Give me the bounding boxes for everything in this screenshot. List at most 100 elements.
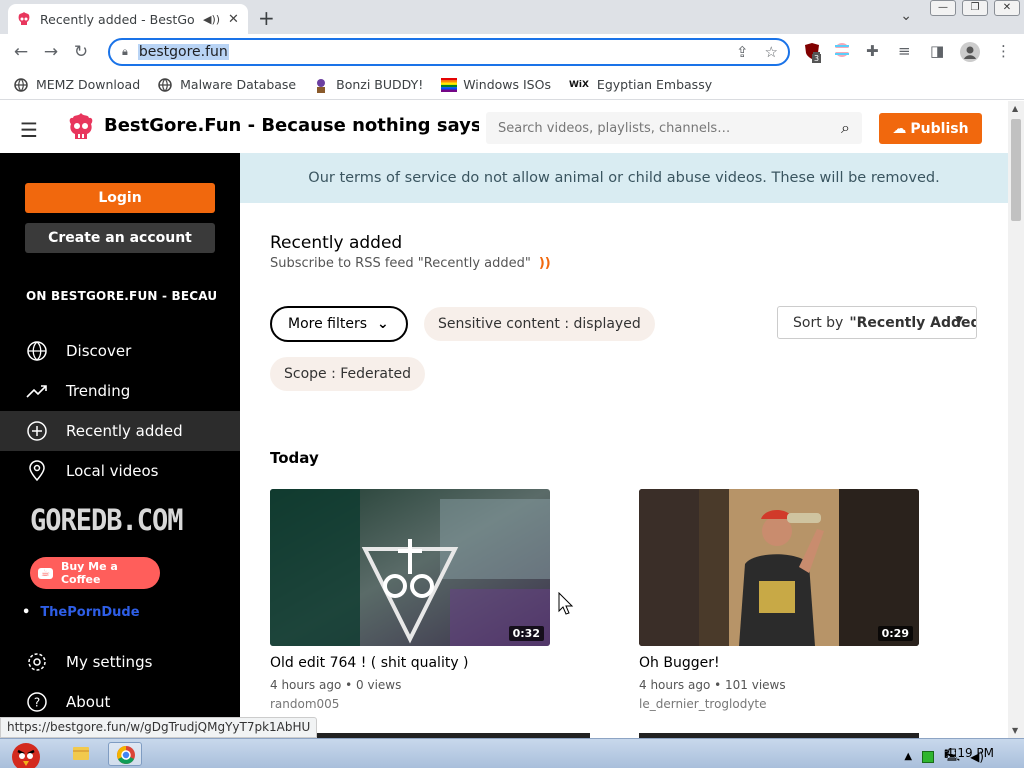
main-content: Recently added Subscribe to RSS feed "Re… [240, 203, 1008, 738]
goredb-banner[interactable]: GOREDB.COM [30, 503, 184, 537]
taskbar: ▲ 🖳︎ ◀) 4:19 PM [0, 738, 1024, 768]
video-card[interactable]: 0:32 Old edit 764 ! ( shit quality ) 4 h… [270, 489, 550, 711]
scroll-up-arrow-icon[interactable]: ▲ [1012, 104, 1018, 113]
video-thumbnail[interactable]: 0:32 [270, 489, 550, 646]
globe-icon [158, 77, 172, 92]
start-button-angry-bird-icon[interactable] [4, 739, 50, 768]
sidebar-external-link[interactable]: ThePornDude [22, 605, 139, 620]
file-explorer-taskbar-icon[interactable] [64, 742, 98, 766]
search-input[interactable] [498, 120, 818, 136]
sidebar-item-recently-added[interactable]: Recently added [0, 411, 240, 451]
filters-label: More filters [288, 316, 368, 332]
coffee-label: Buy Me a Coffee [60, 560, 118, 586]
sort-select[interactable]: Sort by "Recently Added" ▼ [777, 306, 977, 339]
rss-subscribe-link[interactable]: Subscribe to RSS feed "Recently added" )… [270, 256, 551, 271]
bookmark-star-icon[interactable]: ☆ [765, 43, 778, 61]
upload-cloud-icon: ☁ [892, 120, 907, 137]
search-icon[interactable]: ⌕ [841, 118, 850, 138]
video-thumbnail[interactable]: 0:29 [639, 489, 919, 646]
media-control-icon[interactable]: ≡ [898, 42, 911, 60]
bookmark-label: MEMZ Download [36, 77, 141, 92]
sidebar-section-title: ON BESTGORE.FUN - BECAU... [26, 289, 216, 303]
sensitive-content-filter-chip[interactable]: Sensitive content : displayed [424, 307, 655, 341]
side-panel-icon[interactable]: ◨ [930, 42, 944, 60]
address-bar[interactable]: 🔒︎ bestgore.fun ⇪ ☆ [108, 38, 790, 66]
sidebar-item-label: Recently added [66, 422, 183, 440]
close-window-button[interactable]: ✕ [994, 0, 1020, 16]
forward-icon[interactable]: → [36, 42, 66, 62]
bookmark-item[interactable]: Malware Database [158, 77, 296, 92]
publish-label: Publish [910, 120, 969, 137]
create-account-button[interactable]: Create an account [25, 223, 215, 253]
video-title[interactable]: Oh Bugger! [639, 655, 919, 671]
scroll-down-arrow-icon[interactable]: ▼ [1012, 726, 1018, 735]
battery-icon[interactable] [922, 750, 935, 763]
video-card[interactable]: 0:29 Oh Bugger! 4 hours ago • 101 views … [639, 489, 919, 711]
extensions-puzzle-icon[interactable]: ✚ [866, 42, 879, 60]
pride-extension-icon[interactable] [834, 42, 850, 62]
chrome-taskbar-icon[interactable] [108, 742, 142, 766]
new-tab-button[interactable]: + [258, 6, 275, 30]
rss-icon[interactable]: )) [539, 256, 551, 271]
browser-tab[interactable]: Recently added - BestGore ◀)) ✕ [8, 4, 248, 34]
page-title: Recently added [270, 233, 403, 253]
site-title[interactable]: BestGore.Fun - Because nothing says 'f..… [104, 115, 479, 136]
more-filters-button[interactable]: More filters ⌄ [270, 306, 408, 342]
login-button[interactable]: Login [25, 183, 215, 213]
lock-icon[interactable]: 🔒︎ [122, 45, 128, 59]
caret-down-icon: ▼ [955, 315, 963, 326]
skull-favicon-icon [18, 12, 30, 25]
sidebar-item-label: Trending [66, 382, 131, 400]
sidebar-item-discover[interactable]: Discover [0, 331, 240, 371]
tos-banner: Our terms of service do not allow animal… [240, 153, 1008, 203]
double-chevron-down-icon: ⌄ [377, 316, 389, 332]
video-meta: 4 hours ago • 0 views [270, 678, 402, 692]
sidebar-item-label: Discover [66, 342, 132, 360]
plus-circle-icon [26, 420, 48, 442]
sidebar: Login Create an account ON BESTGORE.FUN … [0, 153, 240, 738]
rss-text: Subscribe to RSS feed "Recently added" [270, 256, 531, 271]
minimize-button[interactable]: — [930, 0, 956, 16]
hamburger-menu-icon[interactable]: ☰ [20, 118, 38, 142]
tab-strip: Recently added - BestGore ◀)) ✕ + ⌄ — ❐ … [0, 0, 1024, 34]
scrollbar-thumb[interactable] [1011, 119, 1021, 221]
show-hidden-icons-icon[interactable]: ▲ [904, 751, 912, 762]
globe-icon [26, 340, 48, 362]
page-scrollbar[interactable]: ▲ ▼ [1008, 101, 1024, 738]
scope-filter-chip[interactable]: Scope : Federated [270, 357, 425, 391]
restore-button[interactable]: ❐ [962, 0, 988, 16]
url-text[interactable]: bestgore.fun [137, 44, 229, 60]
audio-playing-icon[interactable]: ◀)) [203, 13, 220, 26]
bookmark-item[interactable]: Windows ISOs [441, 77, 551, 92]
wix-icon: WiX [568, 79, 589, 90]
publish-button[interactable]: ☁ Publish [879, 113, 982, 144]
video-account[interactable]: random005 [270, 697, 550, 711]
sidebar-item-about[interactable]: ? About [0, 682, 240, 722]
share-icon[interactable]: ⇪ [736, 43, 749, 61]
bookmark-item[interactable]: WiX Egyptian Embassy [569, 77, 712, 92]
rainbow-flag-icon [441, 77, 458, 92]
site-logo-skull-icon[interactable] [66, 111, 96, 143]
tab-title: Recently added - BestGore [40, 11, 195, 27]
bookmark-label: Bonzi BUDDY! [336, 77, 424, 92]
sidebar-item-local-videos[interactable]: Local videos [0, 451, 240, 491]
gear-icon [26, 651, 48, 673]
chrome-menu-icon[interactable]: ⋮ [996, 42, 1011, 60]
bookmark-item[interactable]: Bonzi BUDDY! [314, 77, 424, 93]
bookmark-item[interactable]: MEMZ Download [14, 77, 140, 92]
profile-avatar-icon[interactable] [960, 42, 980, 66]
bookmark-label: Egyptian Embassy [596, 77, 713, 92]
reload-icon[interactable]: ↻ [66, 42, 96, 62]
video-account[interactable]: le_dernier_troglodyte [639, 697, 919, 711]
back-icon[interactable]: ← [6, 42, 36, 62]
window-controls: — ❐ ✕ [930, 0, 1020, 16]
buy-me-a-coffee-button[interactable]: ☕ Buy Me a Coffee [30, 557, 160, 589]
globe-icon [14, 77, 28, 92]
tab-close-icon[interactable]: ✕ [228, 12, 239, 27]
sidebar-item-settings[interactable]: My settings [0, 642, 240, 682]
tab-search-icon[interactable]: ⌄ [900, 8, 912, 24]
sidebar-item-trending[interactable]: Trending [0, 371, 240, 411]
video-title[interactable]: Old edit 764 ! ( shit quality ) [270, 655, 550, 671]
taskbar-clock[interactable]: 4:19 PM [946, 746, 994, 760]
video-duration: 0:32 [508, 626, 544, 641]
